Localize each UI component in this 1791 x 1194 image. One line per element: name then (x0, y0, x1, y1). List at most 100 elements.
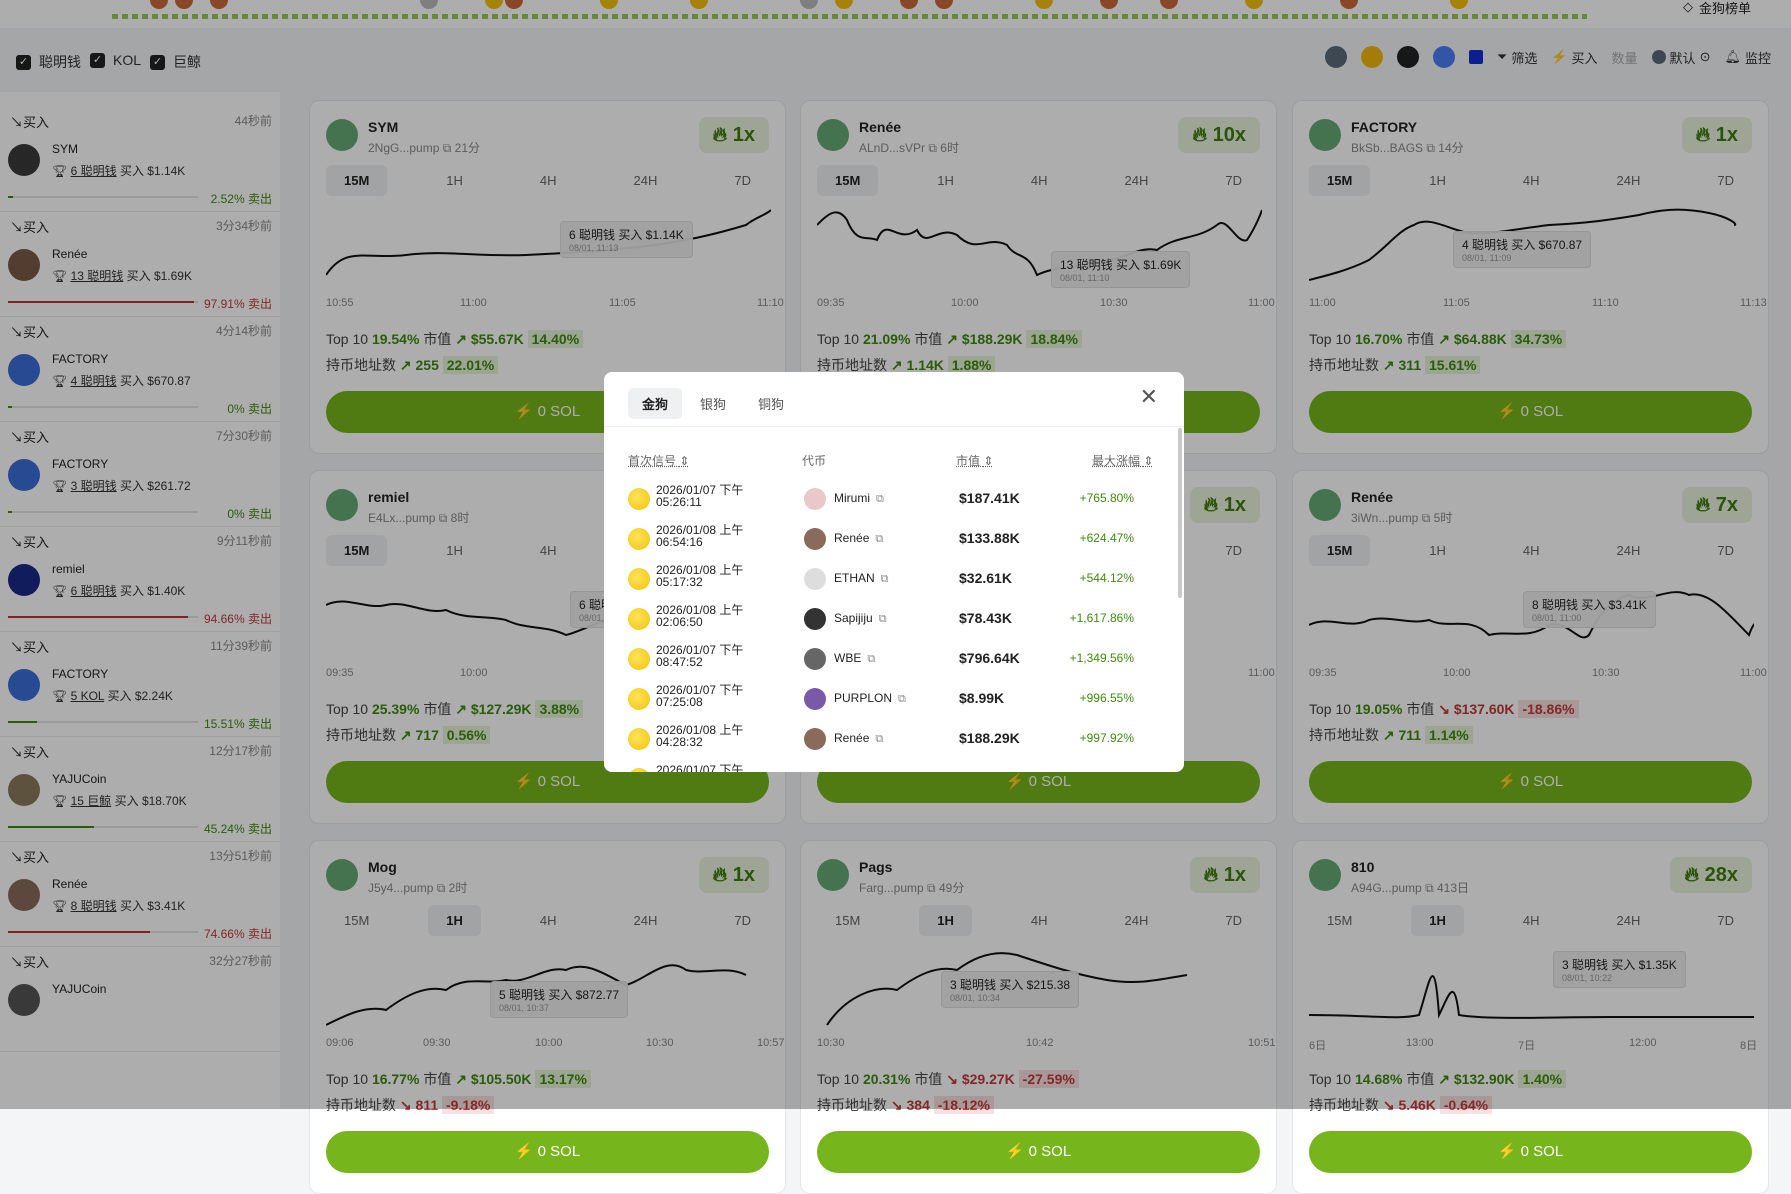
avatar (804, 488, 826, 510)
copy-icon[interactable]: ⧉ (867, 653, 875, 665)
mcap-value: $32.61K (959, 570, 1012, 586)
table-row[interactable]: 2026/01/07 下午08:47:52 WBE ⧉ $796.64K +1,3… (628, 640, 1158, 680)
avatar (804, 528, 826, 550)
token-name: Sapijiju (834, 611, 873, 625)
avatar (804, 688, 826, 710)
signal-datetime: 2026/01/07 下午05:26:11 (656, 484, 766, 508)
token-cell[interactable]: PURPLON ⧉ (834, 691, 906, 706)
signal-time: 08:47:52 (656, 655, 703, 669)
mcap-value: $188.29K (959, 730, 1020, 746)
max-gain-value: +1,349.56% (1070, 651, 1134, 665)
mcap-value: $796.64K (959, 650, 1020, 666)
mcap-value: $187.41K (959, 490, 1020, 506)
copy-icon[interactable]: ⧉ (879, 613, 887, 625)
gold-signal-icon (628, 768, 650, 772)
max-gain-value: +765.80% (1080, 491, 1134, 505)
gold-signal-icon (628, 688, 650, 710)
signal-time: 06:54:16 (656, 535, 703, 549)
gold-signal-icon (628, 728, 650, 750)
token-header: 代币 (802, 452, 826, 469)
mcap-header[interactable]: 市值 ⇕ (956, 452, 993, 469)
sort-icon: ⇕ (1143, 454, 1153, 468)
token-cell[interactable]: Renée ⧉ (834, 731, 883, 746)
table-row[interactable]: 2026/01/07 下午07:25:08 PURPLON ⧉ $8.99K +9… (628, 680, 1158, 720)
signal-datetime: 2026/01/07 下午07:25:08 (656, 684, 766, 708)
first-signal-header[interactable]: 首次信号 ⇕ (628, 452, 689, 469)
mcap-value: $8.99K (959, 690, 1004, 706)
token-name: Renée (834, 731, 869, 745)
copy-icon[interactable]: ⧉ (881, 573, 889, 585)
tab-bronze-dog[interactable]: 铜狗 (744, 388, 798, 419)
signal-time: 02:06:50 (656, 615, 703, 629)
copy-icon[interactable]: ⧉ (875, 533, 883, 545)
max-gain-value: +544.12% (1080, 571, 1134, 585)
header-label: 首次信号 (628, 454, 676, 468)
buy-unit: SOL (550, 1143, 580, 1160)
table-row[interactable]: 2026/01/08 上午06:54:16 Renée ⧉ $133.88K +6… (628, 520, 1158, 560)
divider (604, 426, 1184, 427)
header-label: 最大涨幅 (1092, 454, 1140, 468)
mcap-value: $78.43K (959, 610, 1012, 626)
lightning-icon: ⚡ (1006, 1143, 1025, 1160)
quick-buy-button[interactable]: ⚡ 0 SOL (1309, 1131, 1752, 1173)
buy-amount: 0 (1521, 1143, 1529, 1160)
table-row[interactable]: 2026/01/08 上午04:28:32 Renée⧉ $188.29K +9… (628, 720, 1158, 760)
copy-icon[interactable]: ⧉ (876, 493, 884, 505)
tab-gold-dog[interactable]: 金狗 (628, 388, 682, 419)
gold-signal-icon (628, 488, 650, 510)
max-gain-value: +624.47% (1080, 531, 1134, 545)
gold-signal-icon (628, 648, 650, 670)
signal-datetime: 2026/01/08 上午04:28:32 (656, 724, 766, 748)
signal-date: 2026/01/07 下午 (656, 763, 743, 772)
modal-tabs: 金狗 银狗 铜狗 (628, 388, 798, 419)
quick-buy-button[interactable]: ⚡ 0 SOL (817, 1131, 1260, 1173)
signal-datetime: 2026/01/08 上午05:17:32 (656, 564, 766, 588)
token-name: PURPLON (834, 691, 892, 705)
table-row[interactable]: 2026/01/08 上午05:17:32 ETHAN ⧉ $32.61K +54… (628, 560, 1158, 600)
modal-scrollbar[interactable] (1178, 428, 1182, 598)
buy-unit: SOL (1533, 1143, 1563, 1160)
lightning-icon: ⚡ (1498, 1143, 1517, 1160)
signal-datetime: 2026/01/08 上午02:06:50 (656, 604, 766, 628)
buy-amount: 0 (1029, 1143, 1037, 1160)
gold-dog-modal: 金狗 银狗 铜狗 ✕ 首次信号 ⇕ 代币 市值 ⇕ 最大涨幅 ⇕ 2026/01… (604, 372, 1184, 772)
avatar (804, 648, 826, 670)
signal-datetime: 2026/01/07 下午08:47:52 (656, 644, 766, 668)
table-row[interactable]: 2026/01/07 下午 (628, 760, 1158, 772)
signal-time: 05:17:32 (656, 575, 703, 589)
mcap-value: $133.88K (959, 530, 1020, 546)
sort-icon: ⇕ (679, 454, 689, 468)
table-row[interactable]: 2026/01/08 上午02:06:50 Sapijiju⧉ $78.43K … (628, 600, 1158, 640)
header-label: 市值 (956, 454, 980, 468)
gold-signal-icon (628, 528, 650, 550)
gold-signal-icon (628, 568, 650, 590)
token-name: Mirumi (834, 491, 870, 505)
avatar (804, 568, 826, 590)
token-name: WBE (834, 651, 861, 665)
max-gain-value: +996.55% (1080, 691, 1134, 705)
signal-time: 04:28:32 (656, 735, 703, 749)
token-cell[interactable]: ETHAN ⧉ (834, 571, 889, 586)
token-cell[interactable]: WBE ⧉ (834, 651, 875, 666)
signal-datetime: 2026/01/07 下午 (656, 764, 766, 772)
tab-silver-dog[interactable]: 银狗 (686, 388, 740, 419)
token-name: ETHAN (834, 571, 875, 585)
copy-icon[interactable]: ⧉ (898, 693, 906, 705)
max-gain-value: +1,617.86% (1070, 611, 1134, 625)
copy-icon[interactable]: ⧉ (875, 733, 883, 745)
token-cell[interactable]: Sapijiju ⧉ (834, 611, 887, 626)
signal-datetime: 2026/01/08 上午06:54:16 (656, 524, 766, 548)
sort-icon: ⇕ (983, 454, 993, 468)
quick-buy-button[interactable]: ⚡ 0 SOL (326, 1131, 769, 1173)
close-icon[interactable]: ✕ (1140, 386, 1158, 408)
token-cell[interactable]: Renée ⧉ (834, 531, 883, 546)
lightning-icon: ⚡ (515, 1143, 534, 1160)
table-row[interactable]: 2026/01/07 下午05:26:11 Mirumi ⧉ $187.41K +… (628, 480, 1158, 520)
gold-signal-icon (628, 608, 650, 630)
page: ◇ 金狗榜单 ✓聪明钱 ✓KOL ✓巨鲸 ⏷筛选 ⚡买入 数量 默认⊙ 🔔︎监控… (0, 0, 1791, 1109)
token-name: Renée (834, 531, 869, 545)
token-cell[interactable]: Mirumi ⧉ (834, 491, 884, 506)
buy-unit: SOL (1041, 1143, 1071, 1160)
max-gain-header[interactable]: 最大涨幅 ⇕ (1092, 452, 1153, 469)
signal-time: 05:26:11 (656, 495, 702, 509)
